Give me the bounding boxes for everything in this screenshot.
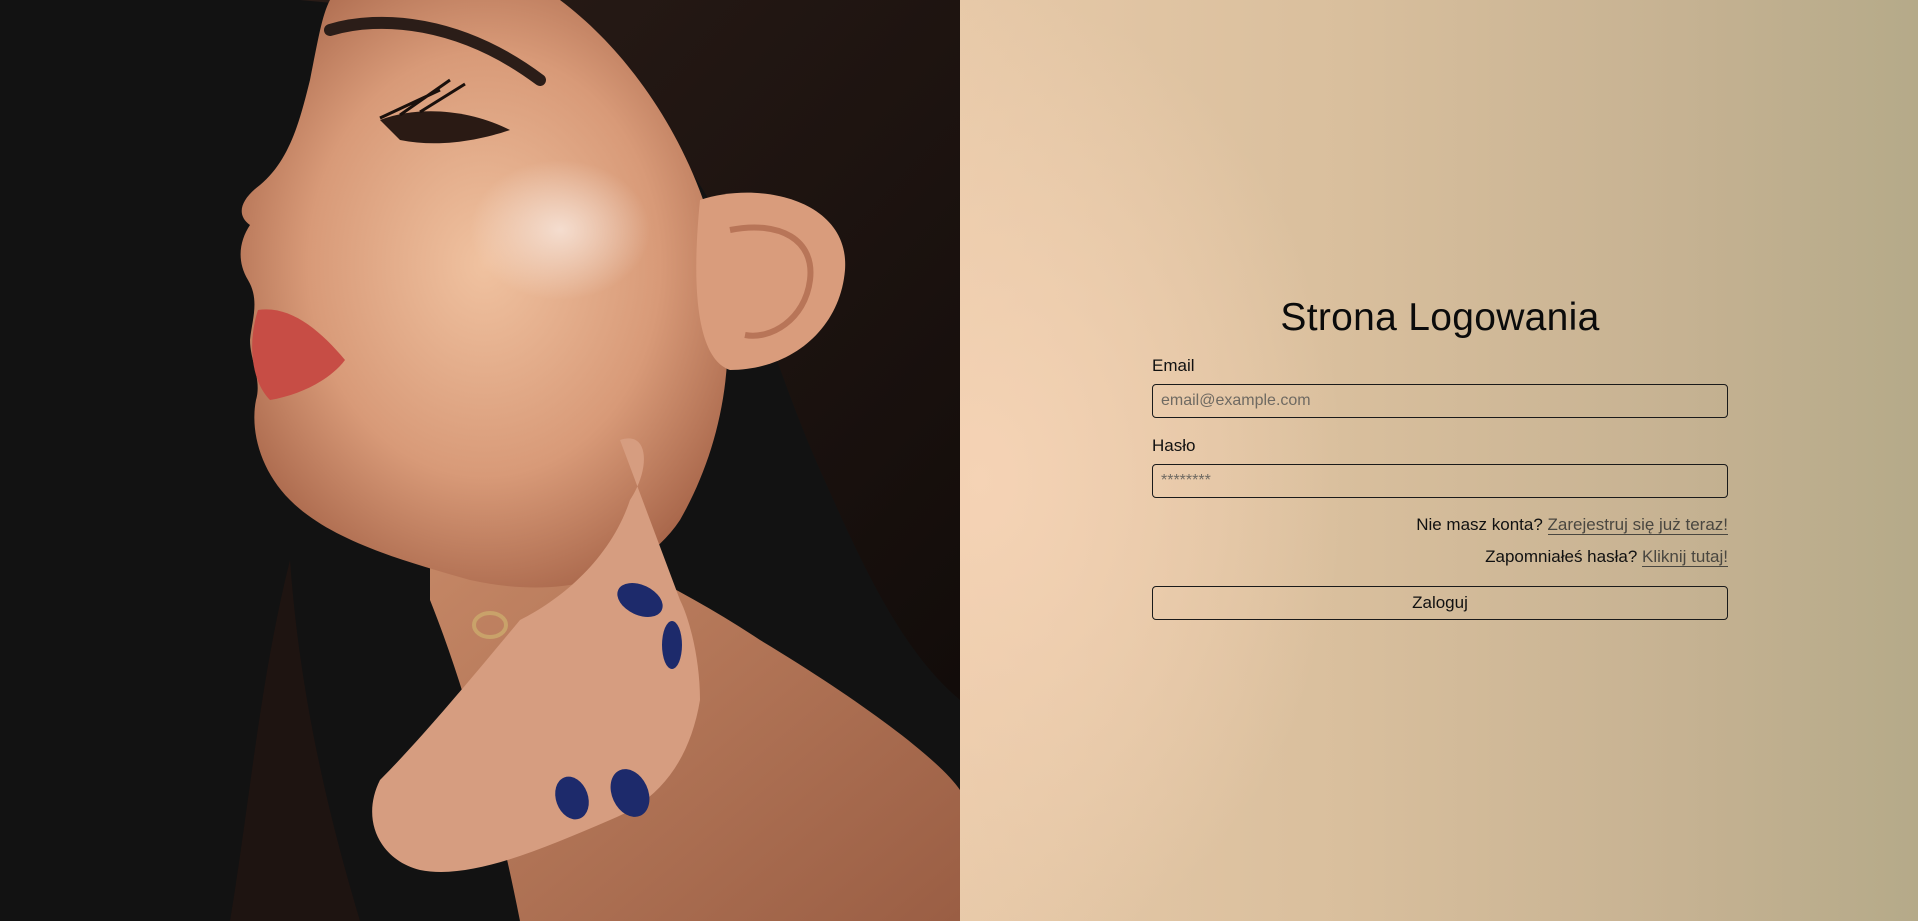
- login-form: Strona Logowania Email Hasło Nie masz ko…: [1152, 296, 1728, 620]
- register-link[interactable]: Zarejestruj się już teraz!: [1547, 515, 1728, 535]
- portrait-illustration: [0, 0, 960, 921]
- password-label: Hasło: [1152, 436, 1196, 455]
- email-field[interactable]: [1152, 384, 1728, 418]
- login-page: Strona Logowania Email Hasło Nie masz ko…: [0, 0, 1918, 921]
- portrait-photo: [0, 0, 960, 921]
- register-prompt-line: Nie masz konta? Zarejestruj się już tera…: [1152, 514, 1728, 536]
- register-prompt-text: Nie masz konta?: [1416, 515, 1543, 534]
- forgot-password-line: Zapomniałeś hasła? Kliknij tutaj!: [1152, 546, 1728, 568]
- email-label: Email: [1152, 356, 1195, 375]
- forgot-password-text: Zapomniałeś hasła?: [1485, 547, 1638, 566]
- login-panel: Strona Logowania Email Hasło Nie masz ko…: [960, 0, 1918, 921]
- password-group: Hasło: [1152, 436, 1728, 498]
- login-button[interactable]: Zaloguj: [1152, 586, 1728, 620]
- page-title: Strona Logowania: [1280, 296, 1600, 339]
- forgot-password-link[interactable]: Kliknij tutaj!: [1642, 547, 1728, 567]
- password-field[interactable]: [1152, 464, 1728, 498]
- email-group: Email: [1152, 356, 1728, 418]
